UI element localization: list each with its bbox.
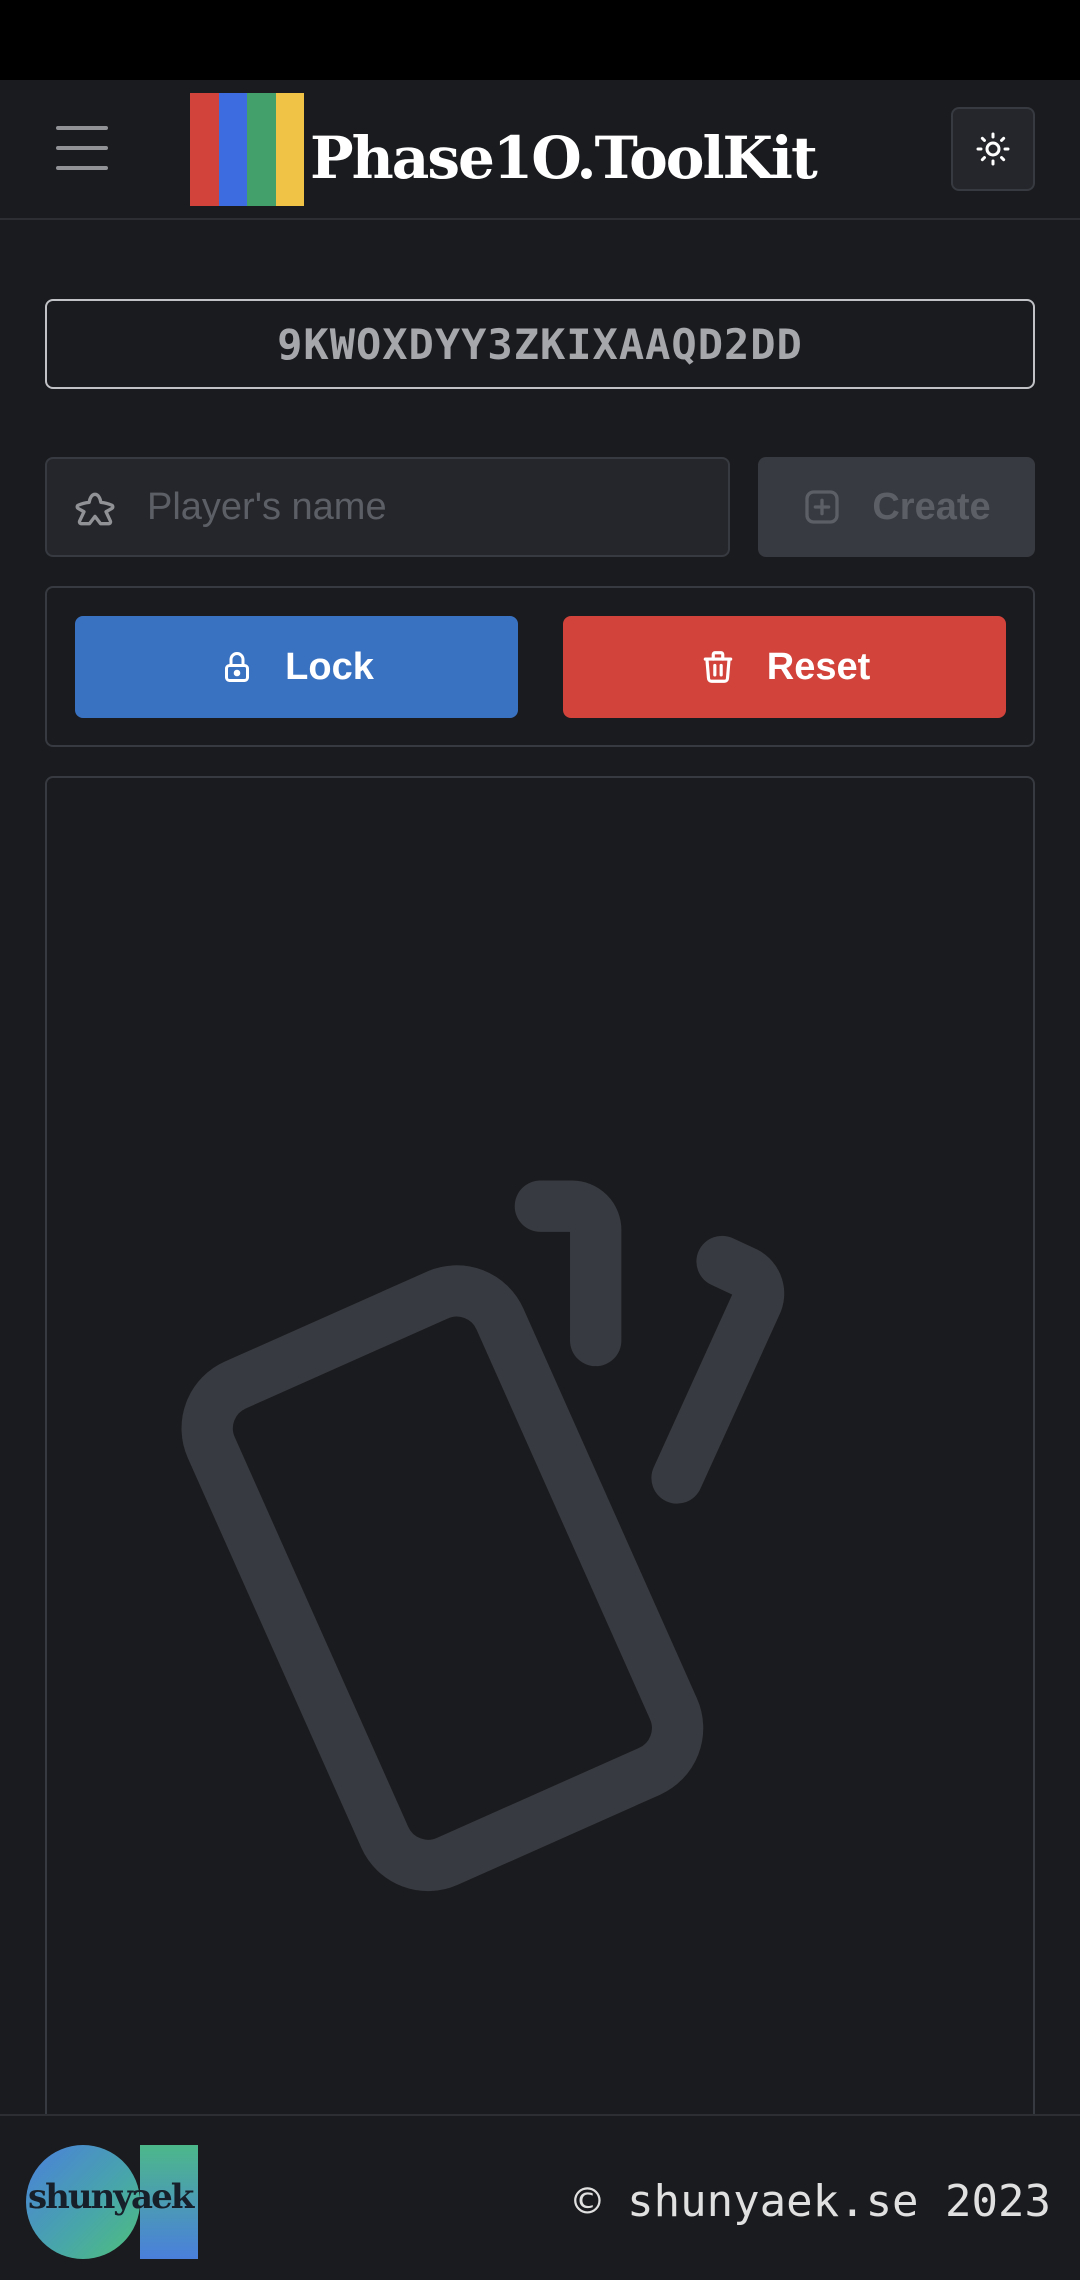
player-name-field[interactable] — [45, 457, 730, 557]
create-player-button[interactable]: Create — [758, 457, 1035, 557]
shunyaek-logo[interactable]: shunyaek — [26, 2145, 198, 2259]
hamburger-menu-icon[interactable] — [56, 126, 112, 170]
square-plus-icon — [805, 490, 840, 524]
reset-button[interactable]: Reset — [563, 616, 1006, 718]
theme-toggle-button[interactable] — [951, 107, 1035, 191]
cards-icon — [181, 1180, 785, 1892]
lock-icon — [225, 652, 250, 682]
reset-button-label: Reset — [766, 645, 871, 688]
copyright-text: © shunyaek.se 2023 — [574, 2176, 1051, 2227]
meeple-icon — [75, 492, 115, 526]
logo-text: shunyaek — [28, 2177, 194, 2217]
status-bar — [0, 0, 1080, 80]
sun-icon — [976, 132, 1010, 166]
brand-logo — [190, 93, 304, 206]
create-button-label: Create — [872, 485, 991, 528]
brand-title: Phase1O.ToolKit — [310, 124, 818, 192]
actions-panel: Lock Reset — [45, 586, 1035, 747]
lock-button-label: Lock — [285, 645, 374, 688]
trash-icon — [703, 651, 732, 683]
lock-button[interactable]: Lock — [75, 616, 518, 718]
players-list-empty — [45, 776, 1035, 2176]
session-code[interactable]: 9KWOXDYY3ZKIXAAQD2DD — [45, 299, 1035, 389]
player-name-input[interactable] — [147, 459, 717, 555]
